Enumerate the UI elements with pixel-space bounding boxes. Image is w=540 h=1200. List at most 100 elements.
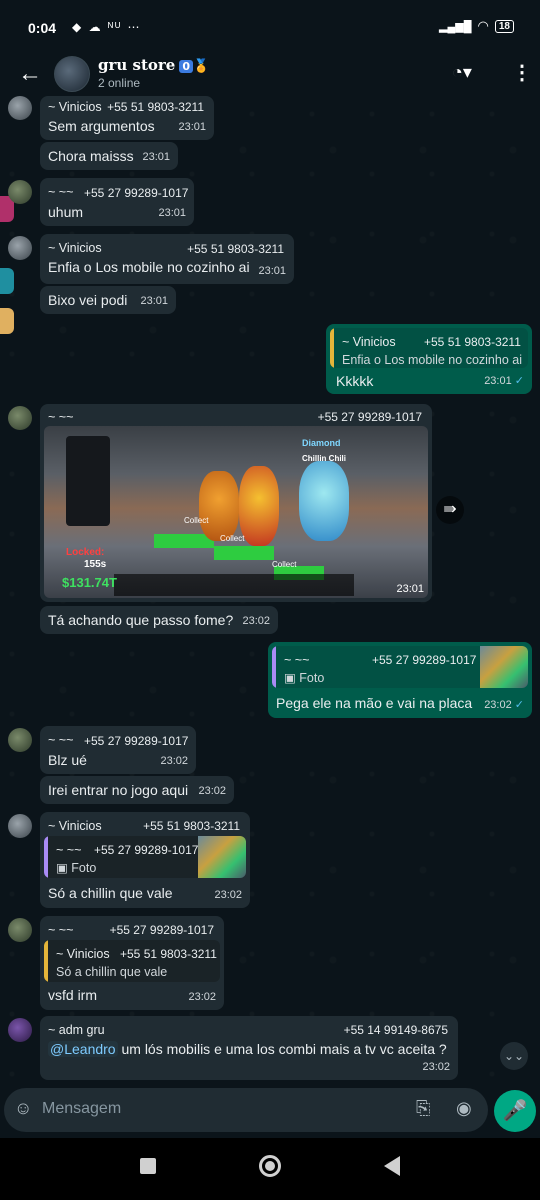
quote-thumbnail — [480, 646, 528, 688]
sender-name: ~ Vinicios — [48, 241, 102, 255]
sender-phone: +55 27 99289-1017 — [84, 186, 189, 200]
group-name: gru store — [98, 56, 176, 74]
sender-phone: +55 14 99149-8675 — [343, 1023, 448, 1037]
message-composer[interactable]: ☺ Mensagem ⎘ ◉ — [4, 1088, 488, 1132]
message-bubble[interactable]: Chora maisss 23:01 — [40, 142, 178, 170]
sticker-emoji-icon[interactable]: ☺ — [14, 1098, 32, 1119]
image-message-bubble[interactable]: ~ ~~ +55 27 99289-1017 Diamond Chillin C… — [40, 404, 432, 602]
message-text: Irei entrar no jogo aqui — [48, 782, 189, 798]
message-bubble[interactable]: Bixo vei podi 23:01 — [40, 286, 176, 314]
forward-icon[interactable]: ⇛ — [436, 496, 464, 524]
avatar[interactable] — [8, 96, 32, 120]
message-time: 23:02 — [160, 755, 188, 767]
group-avatar[interactable] — [54, 56, 90, 92]
back-arrow-icon[interactable]: ← — [18, 60, 42, 88]
message-bubble[interactable]: Irei entrar no jogo aqui 23:02 — [40, 776, 234, 804]
avatar[interactable] — [8, 918, 32, 942]
group-title[interactable]: gru store 0 🏅 — [98, 56, 209, 74]
message-bubble[interactable]: ~ ~~ +55 27 99289-1017 uhum 23:01 — [40, 178, 194, 226]
message-time: 23:01 — [258, 265, 286, 277]
sender-name: ~ ~~ — [48, 923, 74, 937]
notification-icons: ◆ ☁ ᴺᵁ ⋯ — [72, 20, 142, 34]
chat-area[interactable]: ~ Vinicios +55 51 9803-3211 Sem argument… — [0, 96, 540, 1086]
message-bubble[interactable]: Tá achando que passo fome? 23:02 — [40, 606, 278, 634]
message-bubble[interactable]: ~ Vinicios +55 51 9803-3211 Enfia o Los … — [40, 234, 294, 284]
message-time: 23:01 — [178, 121, 206, 133]
avatar[interactable] — [8, 814, 32, 838]
quote-phone: +55 51 9803-3211 — [424, 335, 521, 349]
message-time: 23:01 — [142, 151, 170, 163]
game-character — [239, 466, 279, 546]
message-text: Chora maisss — [48, 148, 134, 164]
quote-sender: ~ Vinicios — [56, 947, 110, 961]
message-text: uhum — [48, 204, 84, 220]
message-time: 23:02 — [242, 615, 270, 627]
sender-phone: +55 27 99289-1017 — [317, 410, 422, 424]
quote-sender: ~ Vinicios — [342, 335, 396, 349]
quote-text: Enfia o Los mobile no cozinho ai — [342, 353, 522, 367]
avatar[interactable] — [8, 1018, 32, 1042]
sender-phone: +55 27 99289-1017 — [84, 734, 189, 748]
quote-sender: ~ ~~ — [284, 653, 310, 667]
avatar[interactable] — [8, 728, 32, 752]
quote-sender: ~ ~~ — [56, 843, 82, 857]
avatar[interactable] — [8, 406, 32, 430]
quote-text: Só a chillin que vale — [56, 965, 168, 979]
quote-phone: +55 27 99289-1017 — [372, 653, 477, 667]
microphone-icon[interactable]: 🎤 — [494, 1090, 536, 1132]
outgoing-message-bubble[interactable]: ~ ~~ +55 27 99289-1017 ▣ Foto Pega ele n… — [268, 642, 532, 718]
message-text: Enfia o Los mobile no cozinho ai — [48, 259, 250, 275]
message-time: 23:01 — [396, 583, 424, 595]
game-money: $131.74T — [62, 575, 117, 590]
message-time: 23:02 — [198, 785, 226, 797]
game-collect-label: Collect — [272, 560, 297, 569]
online-count: 2 online — [98, 76, 141, 90]
battery-icon: 18 — [494, 19, 514, 33]
message-bubble[interactable]: ~ Vinicios +55 51 9803-3211 ~ ~~ +55 27 … — [40, 812, 250, 908]
user-mention[interactable]: @Leandro — [48, 1041, 118, 1057]
message-time: 23:02 — [188, 991, 216, 1003]
recents-icon[interactable] — [140, 1158, 156, 1174]
sender-phone: +55 51 9803-3211 — [187, 242, 284, 256]
zero-badge: 0 — [179, 60, 193, 73]
quote-text: ▣ Foto — [56, 861, 97, 875]
home-icon[interactable] — [259, 1155, 281, 1177]
message-text: Blz ué — [48, 752, 87, 768]
sender-phone: +55 51 9803-3211 — [143, 819, 240, 833]
outgoing-message-bubble[interactable]: ~ Vinicios +55 51 9803-3211 Enfia o Los … — [326, 324, 532, 394]
message-bubble[interactable]: ~ ~~ +55 27 99289-1017 Blz ué 23:02 — [40, 726, 196, 774]
game-collect-label: Collect — [184, 516, 209, 525]
quoted-message[interactable]: ~ Vinicios +55 51 9803-3211 Só a chillin… — [44, 940, 220, 982]
signal-icon: ▂▄▆█ — [439, 20, 472, 33]
game-screenshot[interactable]: Diamond Chillin Chili Collect Collect Co… — [44, 426, 428, 598]
message-time: 23:02 — [422, 1061, 450, 1073]
more-options-icon[interactable]: ⋮ — [512, 60, 532, 85]
scroll-to-bottom-icon[interactable]: ⌄⌄ — [500, 1042, 528, 1070]
side-tab — [0, 308, 14, 334]
quote-phone: +55 51 9803-3211 — [120, 947, 217, 961]
nav-back-icon[interactable] — [384, 1156, 400, 1176]
sender-name: ~ Vinicios — [48, 100, 102, 114]
sender-name: ~ ~~ — [48, 410, 74, 424]
avatar[interactable] — [8, 236, 32, 260]
message-text: Só a chillin que vale — [48, 885, 173, 901]
message-bubble[interactable]: ~ adm gru +55 14 99149-8675 @Leandro um … — [40, 1016, 458, 1080]
camera-icon[interactable]: ◉ — [456, 1098, 472, 1119]
quoted-message[interactable]: ~ ~~ +55 27 99289-1017 ▣ Foto — [44, 836, 246, 878]
attach-icon[interactable]: ⎘ — [416, 1098, 430, 1119]
quoted-message[interactable]: ~ Vinicios +55 51 9803-3211 Enfia o Los … — [330, 328, 528, 368]
read-tick-icon: ✓ — [514, 375, 524, 387]
message-input[interactable]: Mensagem — [42, 1100, 121, 1118]
sender-phone: +55 27 99289-1017 — [109, 923, 214, 937]
message-bubble[interactable]: ~ Vinicios +55 51 9803-3211 Sem argument… — [40, 96, 214, 140]
message-time: 23:02 — [214, 889, 242, 901]
message-bubble[interactable]: ~ ~~ +55 27 99289-1017 ~ Vinicios +55 51… — [40, 916, 224, 1010]
game-locked-timer: 155s — [84, 559, 107, 570]
status-time: 0:04 — [28, 20, 57, 36]
voice-chat-icon[interactable]: ◔▾ — [452, 62, 472, 83]
avatar[interactable] — [8, 180, 32, 204]
quoted-message[interactable]: ~ ~~ +55 27 99289-1017 ▣ Foto — [272, 646, 528, 688]
status-bar: 0:04 ◆ ☁ ᴺᵁ ⋯ ▂▄▆█ ◠ 18 — [0, 0, 540, 52]
read-tick-icon: ✓ — [514, 699, 524, 711]
quote-thumbnail — [198, 836, 246, 878]
